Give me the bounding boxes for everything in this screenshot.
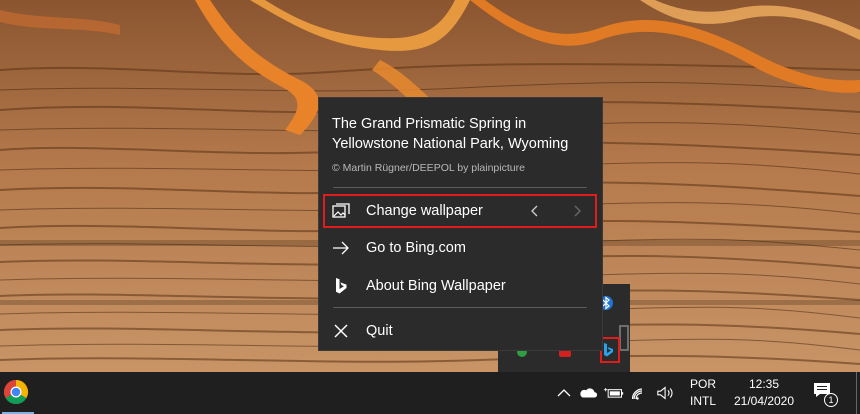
ghost-icon — [619, 325, 629, 351]
image-credit: © Martin Rügner/DEEPOL by plainpicture — [332, 162, 525, 174]
chrome-icon — [3, 380, 29, 405]
show-hidden-icons-button[interactable] — [554, 372, 574, 414]
image-title: The Grand Prismatic Spring in Yellowston… — [332, 116, 569, 152]
quit-label: Quit — [366, 323, 393, 339]
battery-charging-icon — [604, 388, 624, 398]
wifi-icon — [632, 388, 643, 400]
about-bing-wallpaper-item[interactable]: About Bing Wallpaper — [319, 269, 602, 303]
bing-logo-icon — [331, 277, 351, 295]
language-code: POR — [689, 377, 716, 391]
speaker-icon — [657, 386, 673, 400]
input-language-button[interactable]: POR INTL — [684, 376, 722, 410]
battery-tray-button[interactable] — [604, 372, 624, 414]
menu-divider — [333, 187, 587, 188]
network-tray-button[interactable] — [632, 372, 652, 414]
cloud-icon — [580, 388, 598, 398]
change-wallpaper-item[interactable]: Change wallpaper — [319, 194, 602, 228]
go-to-bing-label: Go to Bing.com — [366, 240, 466, 256]
close-icon — [331, 322, 351, 340]
tray-icon-highlight — [600, 337, 620, 363]
about-bing-wallpaper-label: About Bing Wallpaper — [366, 278, 506, 294]
chrome-taskbar-button[interactable] — [0, 372, 34, 414]
show-desktop-button[interactable] — [856, 372, 860, 414]
keyboard-layout: INTL — [689, 394, 716, 408]
clock-date: 21/04/2020 — [733, 394, 795, 408]
taskbar: POR INTL 12:35 21/04/2020 1 — [0, 372, 860, 414]
bing-wallpaper-menu: The Grand Prismatic Spring in Yellowston… — [318, 97, 603, 351]
chevron-up-icon — [557, 389, 571, 397]
go-to-bing-item[interactable]: Go to Bing.com — [319, 231, 602, 265]
volume-tray-button[interactable] — [656, 372, 676, 414]
clock-button[interactable]: 12:35 21/04/2020 — [724, 376, 804, 410]
clock-time: 12:35 — [748, 377, 780, 391]
onedrive-tray-button[interactable] — [578, 372, 598, 414]
notification-count-badge: 1 — [824, 393, 838, 407]
quit-item[interactable]: Quit — [319, 314, 602, 348]
arrow-right-icon — [331, 239, 351, 257]
change-wallpaper-highlight — [323, 194, 597, 228]
menu-divider — [333, 307, 587, 308]
action-center-button[interactable]: 1 — [812, 380, 838, 408]
